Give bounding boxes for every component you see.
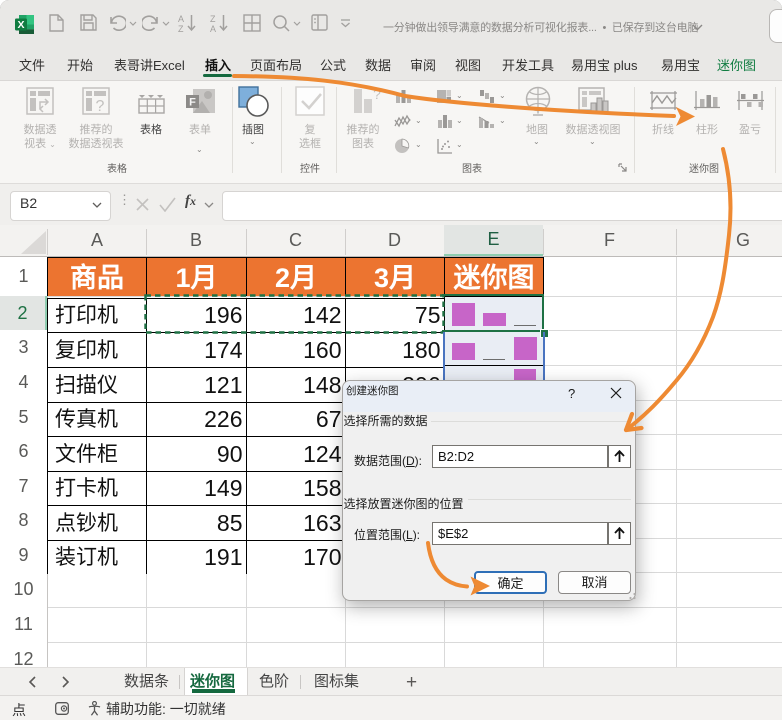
svg-text:?: ? [96, 98, 105, 115]
svg-text:Z: Z [210, 14, 216, 24]
svg-text:X: X [17, 19, 24, 31]
svg-text:F: F [189, 97, 196, 109]
svg-text:Z: Z [178, 24, 184, 33]
svg-text:A: A [178, 14, 184, 24]
svg-text:?: ? [373, 87, 381, 102]
svg-text:A: A [210, 24, 216, 33]
